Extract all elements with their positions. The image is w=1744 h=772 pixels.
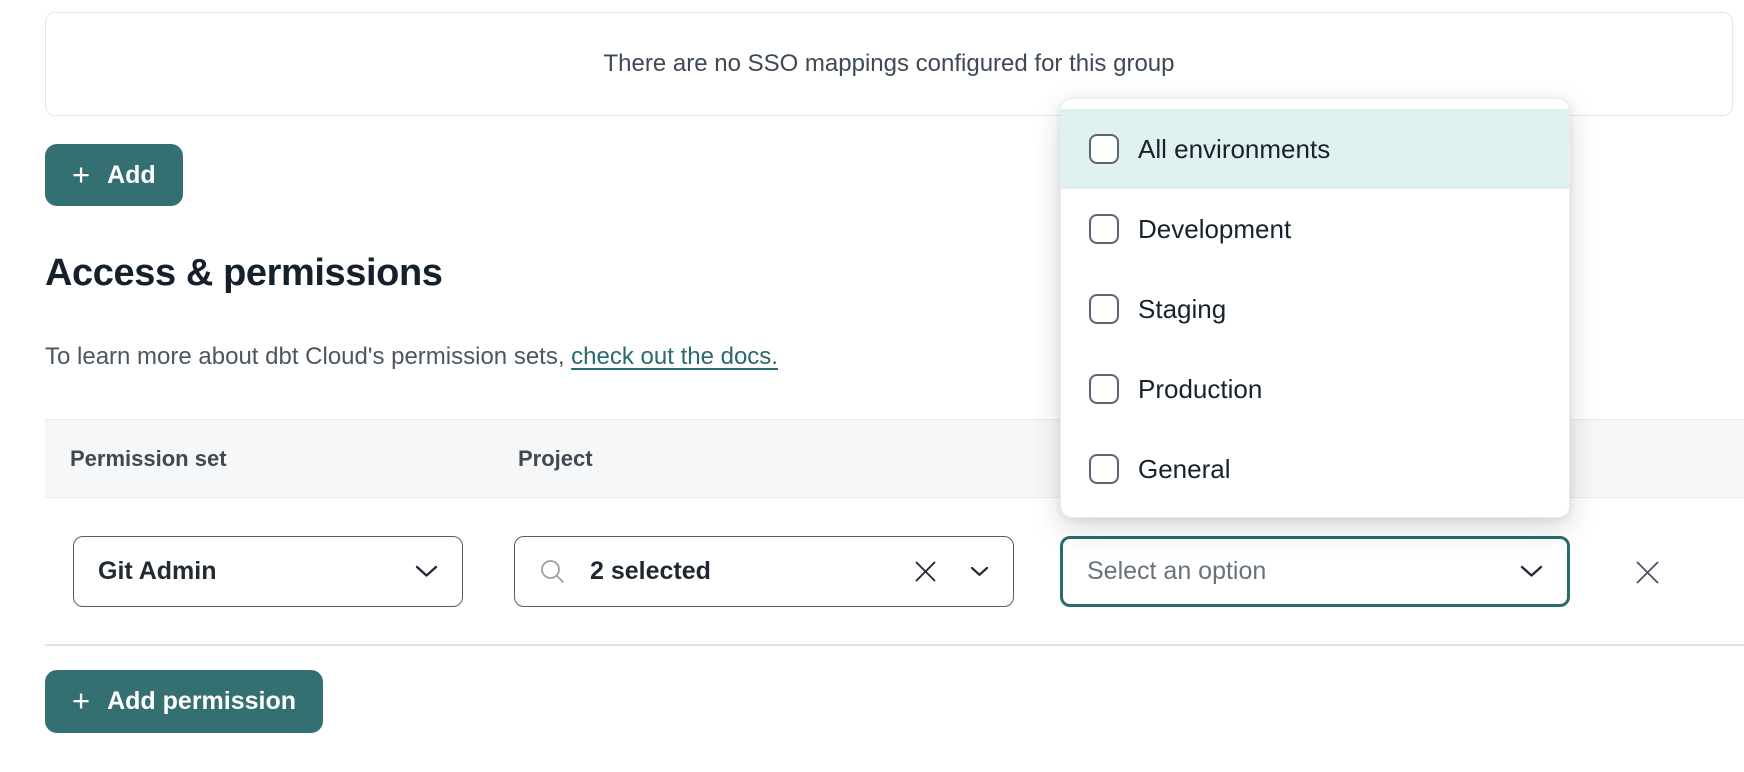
add-permission-button[interactable]: + Add permission xyxy=(45,670,323,733)
option-label: Staging xyxy=(1138,294,1226,325)
environment-dropdown-panel: All environments Development Staging Pro… xyxy=(1060,98,1570,518)
add-sso-mapping-button[interactable]: + Add xyxy=(45,144,183,206)
project-select[interactable]: 2 selected xyxy=(514,536,1014,607)
project-selected-count: 2 selected xyxy=(590,557,711,586)
permission-set-value: Git Admin xyxy=(98,557,217,586)
dropdown-option-production[interactable]: Production xyxy=(1061,349,1569,429)
checkbox[interactable] xyxy=(1089,374,1119,404)
plus-icon: + xyxy=(72,159,90,190)
permissions-intro-text: To learn more about dbt Cloud's permissi… xyxy=(45,343,778,371)
option-label: Production xyxy=(1138,374,1262,405)
remove-permission-row-button[interactable] xyxy=(1634,559,1661,586)
search-icon xyxy=(539,558,566,585)
clear-selection-icon[interactable] xyxy=(913,559,938,584)
sso-empty-message: There are no SSO mappings configured for… xyxy=(604,50,1175,78)
environment-select[interactable]: Select an option xyxy=(1060,536,1570,607)
checkbox[interactable] xyxy=(1089,134,1119,164)
plus-icon: + xyxy=(72,685,90,716)
column-header-project: Project xyxy=(518,446,593,472)
dropdown-option-development[interactable]: Development xyxy=(1061,189,1569,269)
chevron-down-icon xyxy=(970,566,989,577)
access-permissions-heading: Access & permissions xyxy=(45,252,443,295)
dropdown-option-general[interactable]: General xyxy=(1061,429,1569,509)
permission-set-select[interactable]: Git Admin xyxy=(73,536,463,607)
chevron-down-icon xyxy=(1520,565,1543,578)
close-icon xyxy=(1634,559,1661,586)
intro-text: To learn more about dbt Cloud's permissi… xyxy=(45,343,571,370)
dropdown-option-staging[interactable]: Staging xyxy=(1061,269,1569,349)
option-label: All environments xyxy=(1138,134,1330,165)
option-label: Development xyxy=(1138,214,1291,245)
checkbox[interactable] xyxy=(1089,214,1119,244)
chevron-down-icon xyxy=(415,565,438,578)
column-header-permission-set: Permission set xyxy=(70,446,227,472)
checkbox[interactable] xyxy=(1089,454,1119,484)
docs-link[interactable]: check out the docs. xyxy=(571,343,778,370)
checkbox[interactable] xyxy=(1089,294,1119,324)
dropdown-option-all-environments[interactable]: All environments xyxy=(1061,109,1569,189)
row-divider xyxy=(45,644,1744,646)
environment-select-placeholder: Select an option xyxy=(1087,557,1266,586)
add-button-label: Add xyxy=(107,161,156,190)
add-permission-label: Add permission xyxy=(107,687,296,716)
option-label: General xyxy=(1138,454,1231,485)
